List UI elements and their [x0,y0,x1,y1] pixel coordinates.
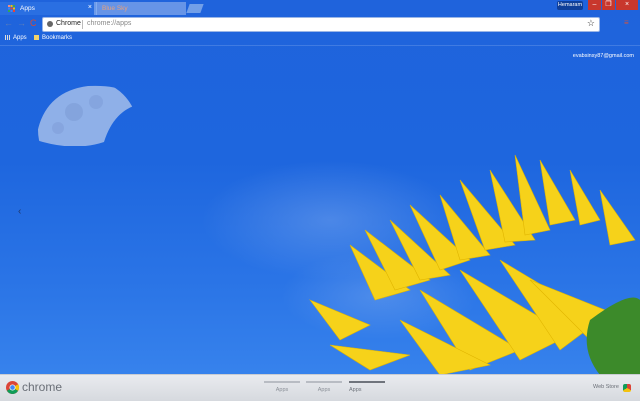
web-store-icon[interactable] [623,384,631,392]
page-indicator-label: Apps [349,387,362,393]
bookmark-apps[interactable]: Apps [5,35,27,41]
tab-label: Blue Sky [102,5,128,12]
bookmark-star-icon[interactable]: ☆ [587,18,595,29]
reload-button[interactable]: C [30,18,37,28]
menu-icon[interactable]: ≡ [624,18,629,27]
page-indicator-label: Apps [317,387,331,393]
apps-grid-icon [5,35,10,40]
close-window-button[interactable]: × [616,0,638,10]
title-bar: Apps × Blue Sky Hemaram – ❐ × [0,0,640,16]
bookmark-label: Apps [13,35,27,42]
moon-image [38,85,138,146]
page-indicator-label: Apps [275,387,289,393]
apps-grid-icon [8,5,15,12]
page-indicator[interactable]: Apps [306,381,342,393]
chrome-page-icon [47,21,53,27]
back-button[interactable]: ← [4,18,13,28]
web-store-link[interactable]: Web Store [593,384,619,390]
page-indicator-bar [349,381,385,383]
close-tab-icon[interactable]: × [88,4,92,11]
bookmarks-bar: Apps Bookmarks [0,34,640,46]
page-indicator-bar [306,381,342,383]
url-text[interactable]: chrome://apps [87,20,131,27]
account-email[interactable]: evabsinsy87@gmail.com [573,53,634,59]
maximize-button[interactable]: ❐ [602,0,615,10]
folder-icon [34,35,39,40]
minimize-button[interactable]: – [588,0,601,10]
page-indicator[interactable]: Apps [264,381,300,393]
tab-blue-sky[interactable]: Blue Sky [94,2,186,15]
previous-page-arrow-icon[interactable]: ‹ [18,206,21,217]
sunflower-image [309,154,640,375]
toolbar: ← → C Chrome chrome://apps ☆ [0,16,640,33]
chrome-logo-icon [6,381,19,394]
profile-button[interactable]: Hemaram [557,1,583,10]
divider [82,20,83,29]
address-bar[interactable]: Chrome chrome://apps ☆ [42,17,600,32]
page-indicator-bar [264,381,300,383]
forward-button[interactable]: → [17,18,26,28]
tab-label: Apps [20,5,35,12]
bookmark-folder[interactable]: Bookmarks [34,35,72,41]
bookmark-label: Bookmarks [42,35,73,42]
tab-apps[interactable]: Apps × [0,2,97,15]
app-launcher-footer: chrome Apps Apps Apps Web Store [0,374,640,401]
site-chip: Chrome [56,20,81,27]
page-indicator-active[interactable]: Apps [349,381,385,393]
chrome-wordmark: chrome [22,380,63,394]
new-tab-button[interactable] [186,4,204,13]
